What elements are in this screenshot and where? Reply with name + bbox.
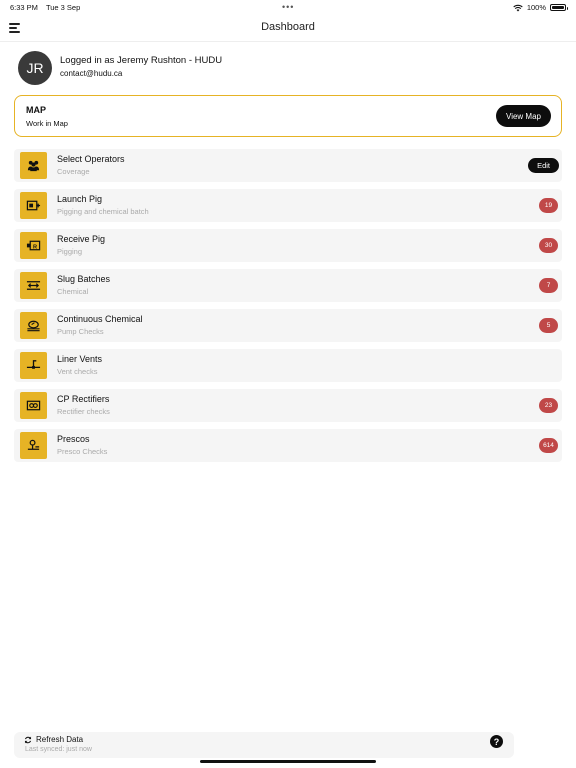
map-card: MAP Work in Map View Map: [14, 95, 562, 137]
presco-icon: [20, 432, 47, 459]
list-item-title: Receive Pig: [57, 234, 106, 244]
page-title: Dashboard: [261, 21, 315, 33]
sync-footer: Refresh Data Last synced: just now ?: [14, 732, 514, 758]
list-item-cp-rectifiers[interactable]: CP Rectifiers Rectifier checks 23: [14, 389, 562, 422]
wifi-icon: [513, 4, 523, 11]
logged-in-label: Logged in as Jeremy Rushton - HUDU: [60, 55, 223, 66]
home-indicator[interactable]: [200, 760, 376, 763]
list-item-title: Select Operators: [57, 154, 125, 164]
status-date: Tue 3 Sep: [45, 3, 81, 12]
list-item-slug-batches[interactable]: Slug Batches Chemical 7: [14, 269, 562, 302]
list-item-title: Prescos: [57, 434, 90, 444]
launch-pig-icon: [20, 192, 47, 219]
list-item-liner-vents[interactable]: Liner Vents Vent checks: [14, 349, 562, 382]
list-item-subtitle: Presco Checks: [57, 447, 108, 456]
status-bar: 6:33 PM Tue 3 Sep ••• 100%: [0, 0, 576, 14]
list-item-subtitle: Pigging: [57, 247, 83, 256]
user-email: contact@hudu.ca: [60, 69, 123, 78]
list-item-receive-pig[interactable]: R Receive Pig Pigging 30: [14, 229, 562, 262]
navigation-bar: Dashboard: [0, 14, 576, 42]
slug-batch-icon: [20, 272, 47, 299]
list-item-launch-pig[interactable]: Launch Pig Pigging and chemical batch 19: [14, 189, 562, 222]
count-badge: 5: [539, 318, 558, 333]
list-item-title: Slug Batches: [57, 274, 111, 284]
list-item-subtitle: Chemical: [57, 287, 89, 296]
edit-button[interactable]: Edit: [528, 158, 559, 173]
list-item-subtitle: Pump Checks: [57, 327, 104, 336]
pump-icon: [20, 312, 47, 339]
rectifier-icon: [20, 392, 47, 419]
list-item-title: Launch Pig: [57, 194, 103, 204]
list-item-title: CP Rectifiers: [57, 394, 110, 404]
count-badge: 7: [539, 278, 558, 293]
user-info: JR Logged in as Jeremy Rushton - HUDU co…: [18, 51, 418, 85]
refresh-data-label: Refresh Data: [36, 735, 84, 744]
map-card-title: MAP: [26, 105, 46, 115]
list-item-continuous-chemical[interactable]: Continuous Chemical Pump Checks 5: [14, 309, 562, 342]
list-item-title: Liner Vents: [57, 354, 103, 364]
list-item-subtitle: Vent checks: [57, 367, 98, 376]
status-time: 6:33 PM: [10, 3, 38, 12]
view-map-button[interactable]: View Map: [496, 105, 551, 127]
list-item-title: Continuous Chemical: [57, 314, 143, 324]
refresh-icon: [24, 736, 32, 743]
battery-percent: 100%: [526, 3, 546, 12]
count-badge: 23: [539, 398, 558, 413]
battery-icon: [550, 4, 568, 11]
list-item-prescos[interactable]: Prescos Presco Checks 614: [14, 429, 562, 462]
refresh-data-button[interactable]: Refresh Data: [24, 735, 83, 744]
count-badge: 30: [539, 238, 558, 253]
dashboard-list: Select Operators Coverage Edit Launch Pi…: [14, 149, 562, 469]
vent-icon: [20, 352, 47, 379]
list-item-select-operators[interactable]: Select Operators Coverage Edit: [14, 149, 562, 182]
last-synced-text: Last synced: just now: [25, 746, 92, 753]
svg-text:R: R: [33, 244, 37, 250]
multitasking-dots[interactable]: •••: [282, 2, 294, 12]
count-badge: 614: [539, 438, 558, 453]
list-item-subtitle: Rectifier checks: [57, 407, 110, 416]
map-card-subtitle: Work in Map: [26, 119, 68, 128]
help-icon[interactable]: ?: [490, 735, 503, 748]
list-item-subtitle: Coverage: [57, 167, 90, 176]
avatar: JR: [18, 51, 52, 85]
operators-icon: [20, 152, 47, 179]
list-item-subtitle: Pigging and chemical batch: [57, 207, 149, 216]
count-badge: 19: [539, 198, 558, 213]
receive-pig-icon: R: [20, 232, 47, 259]
